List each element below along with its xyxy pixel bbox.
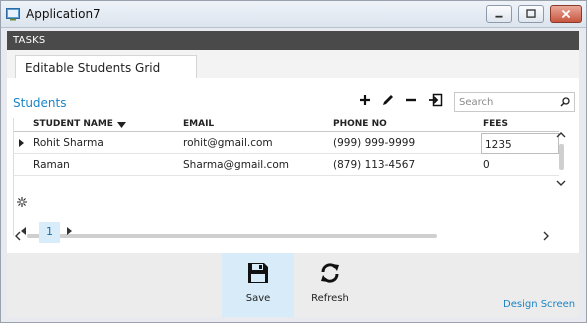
- column-header-phone-no[interactable]: PHONE NO: [333, 119, 387, 129]
- search-box[interactable]: [454, 92, 575, 112]
- app-icon: [6, 8, 20, 21]
- window-title: Application7: [26, 7, 101, 21]
- title-bar[interactable]: Application7: [1, 1, 586, 28]
- cell-email[interactable]: rohit@gmail.com: [183, 137, 273, 149]
- horizontal-scroll-thumb[interactable]: [27, 234, 437, 238]
- refresh-button[interactable]: Refresh: [294, 253, 366, 317]
- minimize-icon: [495, 15, 503, 18]
- previous-page-icon[interactable]: [21, 227, 26, 235]
- add-icon[interactable]: [357, 92, 373, 108]
- scroll-up-icon[interactable]: [556, 130, 566, 140]
- next-page-icon[interactable]: [67, 227, 72, 235]
- refresh-icon: [321, 263, 339, 283]
- new-row-icon[interactable]: [17, 197, 27, 207]
- export-icon[interactable]: [428, 92, 444, 108]
- search-input[interactable]: [455, 93, 550, 111]
- scroll-down-icon[interactable]: [556, 178, 566, 188]
- page-number[interactable]: 1: [39, 222, 60, 243]
- save-button[interactable]: Save: [222, 253, 294, 317]
- tasks-header: TASKS: [7, 31, 579, 50]
- refresh-label: Refresh: [311, 293, 349, 304]
- vertical-scroll-thumb[interactable]: [559, 144, 564, 170]
- cell-student-name[interactable]: Rohit Sharma: [33, 137, 104, 149]
- scroll-right-icon[interactable]: [541, 231, 551, 241]
- cell-email[interactable]: Sharma@gmail.com: [183, 159, 289, 171]
- search-icon[interactable]: [560, 97, 570, 107]
- fees-input[interactable]: [482, 134, 558, 153]
- sort-descending-icon: [117, 122, 126, 128]
- cell-fees[interactable]: 0: [483, 159, 490, 171]
- app-window: Application7 TASKS Editable Students Gri…: [0, 0, 587, 323]
- students-panel: Students Search STUDENT NAME EMAIL PHONE…: [7, 78, 579, 253]
- edit-icon[interactable]: [380, 92, 396, 108]
- save-label: Save: [245, 293, 271, 304]
- close-icon: [561, 9, 571, 19]
- column-header-student-name[interactable]: STUDENT NAME: [33, 119, 113, 129]
- table-row[interactable]: Rohit Sharma rohit@gmail.com (999) 999-9…: [14, 133, 559, 154]
- fees-edit-box[interactable]: [481, 133, 559, 154]
- main-content: Editable Students Grid Students Search S…: [7, 50, 579, 317]
- section-title: Students: [13, 96, 67, 110]
- current-row-indicator: [19, 139, 24, 147]
- horizontal-scrollbar[interactable]: [13, 230, 553, 242]
- tab-editable-students-grid[interactable]: Editable Students Grid: [15, 55, 197, 79]
- save-icon: [248, 263, 268, 283]
- minimize-button[interactable]: [486, 5, 512, 23]
- column-header-fees[interactable]: FEES: [483, 119, 508, 129]
- close-button[interactable]: [550, 5, 582, 23]
- maximize-button[interactable]: [518, 5, 544, 23]
- column-header-email[interactable]: EMAIL: [183, 119, 214, 129]
- table-row[interactable]: Raman Sharma@gmail.com (879) 113-4567 0: [14, 155, 559, 176]
- remove-icon[interactable]: [403, 92, 419, 108]
- students-grid: STUDENT NAME EMAIL PHONE NO FEES Rohit S…: [13, 118, 559, 236]
- design-screen-link[interactable]: Design Screen: [503, 299, 575, 310]
- vertical-scrollbar[interactable]: [555, 130, 567, 188]
- cell-phone[interactable]: (879) 113-4567: [333, 159, 415, 171]
- command-bar: Save Refresh Design Screen: [7, 253, 579, 317]
- grid-header: STUDENT NAME EMAIL PHONE NO FEES: [14, 118, 559, 132]
- cell-student-name[interactable]: Raman: [33, 159, 70, 171]
- cell-phone[interactable]: (999) 999-9999: [333, 137, 415, 149]
- maximize-icon: [526, 9, 536, 18]
